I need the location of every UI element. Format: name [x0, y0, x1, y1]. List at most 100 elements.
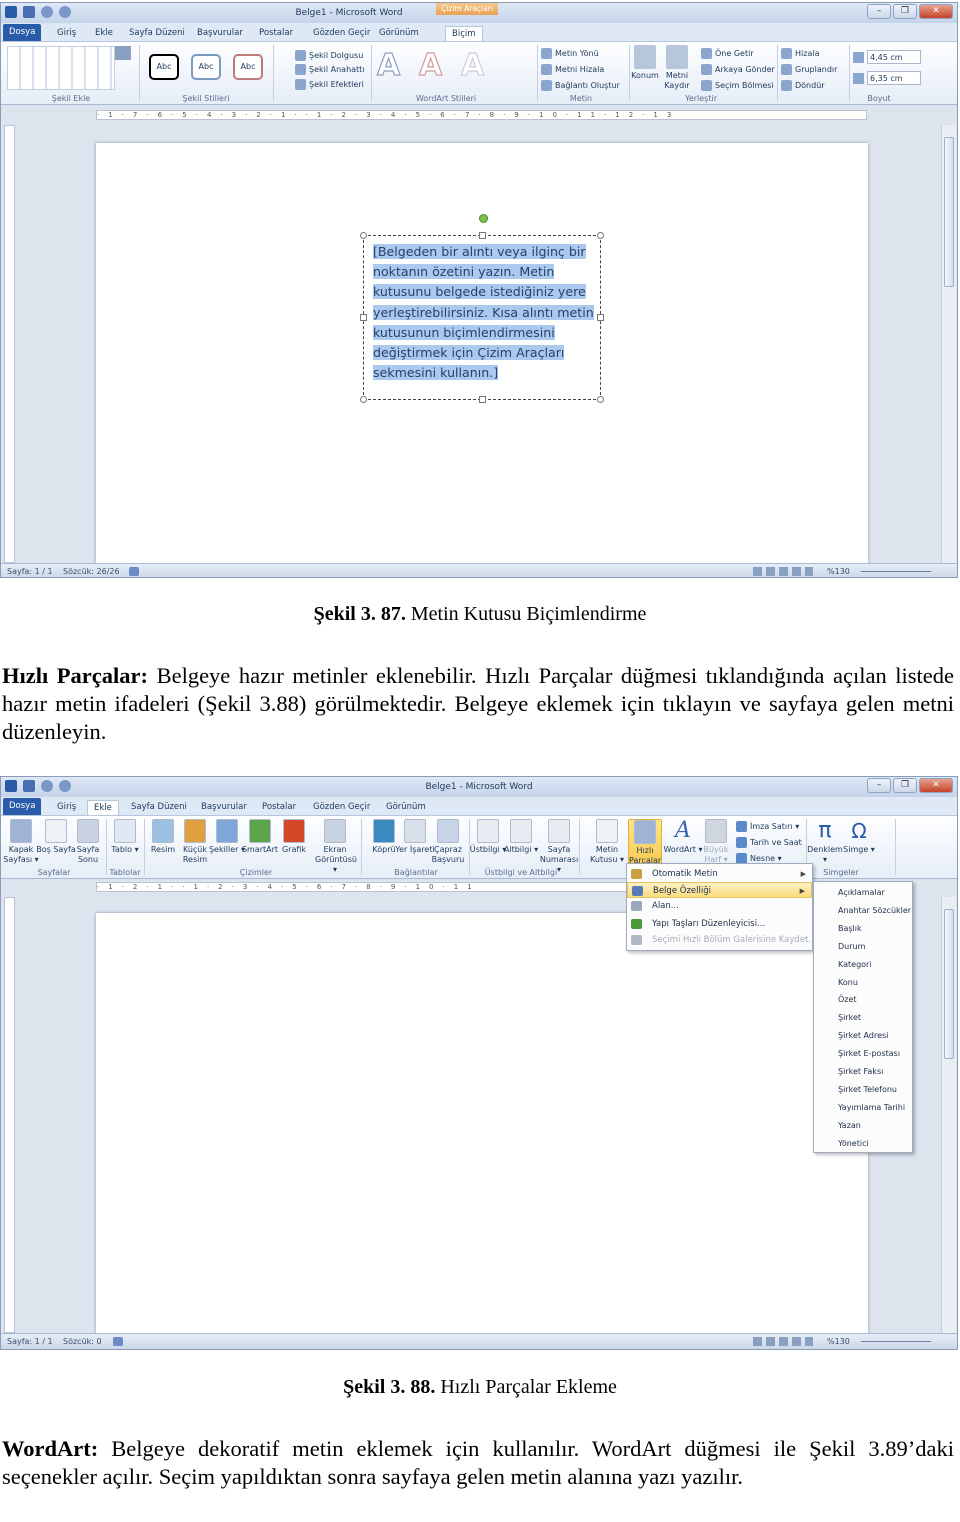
tarih-ve-saat-button[interactable]: Tarih ve Saat — [736, 837, 802, 848]
resize-handle[interactable] — [360, 396, 367, 403]
sayfa-numarasi-button[interactable]: Sayfa Numarası ▾ — [539, 819, 579, 875]
vertical-scrollbar[interactable] — [941, 897, 956, 1333]
page-count[interactable]: Sayfa: 1 / 1 — [7, 1337, 53, 1346]
tab-postalar[interactable]: Postalar — [256, 800, 302, 815]
word-count[interactable]: Sözcük: 26/26 — [63, 567, 120, 576]
metni-kaydir-button[interactable]: Metni Kaydır — [660, 45, 694, 91]
tab-sayfa-duzeni[interactable]: Sayfa Düzeni — [123, 26, 191, 41]
submenu-item-sirket-telefonu[interactable]: Şirket Telefonu — [814, 1081, 912, 1099]
wordart-style-3[interactable]: A — [460, 47, 484, 83]
gruplandir-button[interactable]: Gruplandır — [781, 64, 837, 75]
proofing-icon[interactable] — [113, 1337, 123, 1346]
hizala-button[interactable]: Hizala — [781, 48, 819, 59]
restore-button[interactable]: ❐ — [893, 4, 917, 19]
capraz-basvuru-button[interactable]: Çapraz Başvuru — [428, 819, 468, 865]
word-count[interactable]: Sözcük: 0 — [63, 1337, 102, 1346]
text-box-content[interactable]: [Belgeden bir alıntı veya ilginç bir nokt… — [373, 242, 594, 383]
tab-sayfa-duzeni[interactable]: Sayfa Düzeni — [125, 800, 193, 815]
tab-bicim[interactable]: Biçim — [445, 26, 483, 41]
tab-giris[interactable]: Giriş — [51, 26, 82, 41]
horizontal-ruler[interactable]: ·1·7·6·5·4·3·2·1··1·2·3·4·5·6·7·8·9·10·1… — [1, 107, 957, 123]
resize-handle[interactable] — [597, 232, 604, 239]
resize-handle[interactable] — [479, 232, 486, 239]
tab-gozden-gecir[interactable]: Gözden Geçir — [307, 800, 376, 815]
tab-postalar[interactable]: Postalar — [253, 26, 299, 41]
submenu-item-sirket[interactable]: Şirket — [814, 1009, 912, 1027]
tab-basvurular[interactable]: Başvurular — [191, 26, 249, 41]
konum-button[interactable]: Konum — [628, 45, 662, 81]
scrollbar-thumb[interactable] — [944, 137, 954, 287]
menu-item-belge-ozelligi[interactable]: Belge Özelliği ▶ — [627, 882, 812, 898]
simge-button[interactable]: Ω Simge ▾ — [839, 819, 879, 855]
shape-height-input[interactable]: 4,45 cm — [867, 50, 921, 64]
rotate-handle-icon[interactable] — [479, 214, 488, 223]
submenu-item-yayimlama-tarihi[interactable]: Yayımlama Tarihi — [814, 1099, 912, 1117]
shapes-gallery[interactable] — [7, 46, 115, 90]
submenu-item-baslik[interactable]: Başlık — [814, 920, 912, 938]
altbilgi-button[interactable]: Altbilgi ▾ — [501, 819, 541, 855]
submenu-item-sirket-adresi[interactable]: Şirket Adresi — [814, 1027, 912, 1045]
page-count[interactable]: Sayfa: 1 / 1 — [7, 567, 53, 576]
tablo-button[interactable]: Tablo ▾ — [105, 819, 145, 855]
resize-handle[interactable] — [360, 314, 367, 321]
submenu-item-durum[interactable]: Durum — [814, 938, 912, 956]
zoom-slider[interactable] — [861, 571, 931, 572]
tab-gorunum[interactable]: Görünüm — [380, 800, 432, 815]
arkaya-gonder-button[interactable]: Arkaya Gönder — [701, 64, 775, 75]
metin-yonu-button[interactable]: Metin Yönü — [541, 48, 599, 59]
tab-gozden-gecir[interactable]: Gözden Geçir — [307, 26, 376, 41]
submenu-item-yazan[interactable]: Yazan — [814, 1117, 912, 1135]
restore-button[interactable]: ❐ — [893, 778, 917, 793]
shape-style-1[interactable]: Abc — [149, 54, 179, 80]
shape-width-input[interactable]: 6,35 cm — [867, 71, 921, 85]
metni-hizala-button[interactable]: Metni Hizala — [541, 64, 604, 75]
submenu-item-anahtar-sozcukler[interactable]: Anahtar Sözcükler — [814, 902, 912, 920]
grafik-button[interactable]: Grafik — [274, 819, 314, 855]
tab-ekle[interactable]: Ekle — [87, 800, 119, 815]
buyuk-harf-button[interactable]: Büyük Harf ▾ — [696, 819, 736, 865]
vertical-scrollbar[interactable] — [941, 125, 956, 563]
tab-dosya[interactable]: Dosya — [3, 24, 41, 41]
secim-bolmesi-button[interactable]: Seçim Bölmesi — [701, 80, 774, 91]
tab-giris[interactable]: Giriş — [51, 800, 82, 815]
submenu-item-aciklamalar[interactable]: Açıklamalar — [814, 884, 912, 902]
view-buttons[interactable] — [753, 1337, 813, 1346]
zoom-level[interactable]: %130 — [827, 567, 850, 576]
document-page[interactable] — [96, 913, 868, 1335]
kapak-sayfasi-button[interactable]: Kapak Sayfası ▾ — [1, 819, 41, 865]
sayfa-sonu-button[interactable]: Sayfa Sonu — [68, 819, 108, 865]
tab-dosya[interactable]: Dosya — [3, 798, 41, 815]
hizli-parcalar-button[interactable]: Hızlı Parçalar ▾ — [628, 819, 662, 875]
tab-ekle[interactable]: Ekle — [89, 26, 119, 41]
proofing-icon[interactable] — [129, 567, 139, 576]
sekil-dolgusu-button[interactable]: Şekil Dolgusu — [295, 50, 363, 61]
shape-style-3[interactable]: Abc — [233, 54, 263, 80]
zoom-slider[interactable] — [861, 1341, 931, 1342]
submenu-item-ozet[interactable]: Özet — [814, 991, 912, 1009]
view-buttons[interactable] — [753, 567, 813, 576]
submenu-item-sirket-e-postasi[interactable]: Şirket E-postası — [814, 1045, 912, 1063]
resize-handle[interactable] — [597, 396, 604, 403]
dondur-button[interactable]: Döndür — [781, 80, 825, 91]
wordart-style-2[interactable]: A — [418, 47, 442, 83]
close-button[interactable]: ✕ — [919, 4, 953, 19]
resize-handle[interactable] — [360, 232, 367, 239]
minimize-button[interactable]: – — [867, 778, 891, 793]
sekil-anahatti-button[interactable]: Şekil Anahattı — [295, 64, 365, 75]
menu-item-otomatik-metin[interactable]: Otomatik Metin ▶ — [627, 866, 812, 882]
ekran-goruntusu-button[interactable]: Ekran Görüntüsü ▾ — [315, 819, 357, 875]
menu-item-alan[interactable]: Alan... — [627, 898, 812, 914]
edit-shape-icon[interactable] — [115, 46, 131, 60]
zoom-level[interactable]: %130 — [827, 1337, 850, 1346]
shape-style-2[interactable]: Abc — [191, 54, 221, 80]
resize-handle[interactable] — [479, 396, 486, 403]
resize-handle[interactable] — [597, 314, 604, 321]
sekil-efektleri-button[interactable]: Şekil Efektleri — [295, 79, 364, 90]
imza-satiri-button[interactable]: İmza Satırı ▾ — [736, 821, 799, 832]
submenu-item-konu[interactable]: Konu — [814, 974, 912, 992]
close-button[interactable]: ✕ — [919, 778, 953, 793]
wordart-style-1[interactable]: A — [376, 47, 400, 83]
minimize-button[interactable]: – — [867, 4, 891, 19]
metin-kutusu-button[interactable]: Metin Kutusu ▾ — [587, 819, 627, 865]
text-box[interactable]: [Belgeden bir alıntı veya ilginç bir nokt… — [360, 214, 604, 403]
